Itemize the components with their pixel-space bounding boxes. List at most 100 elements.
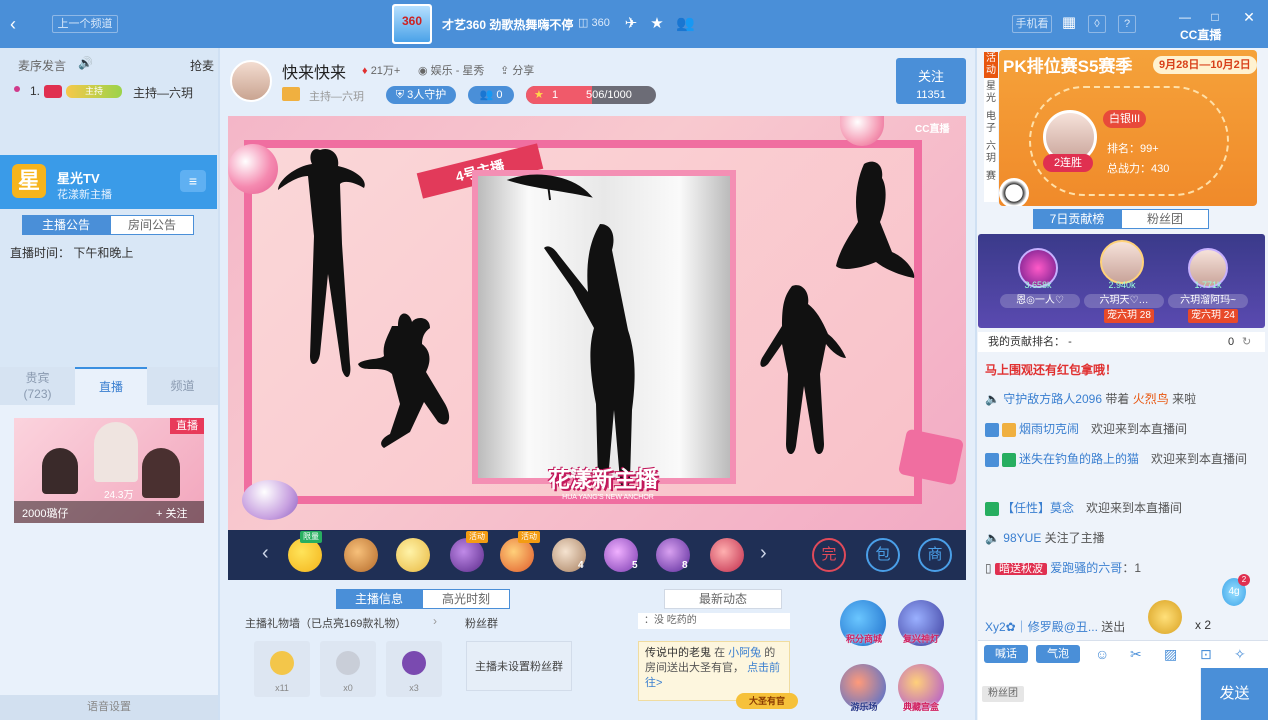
tab-highlights[interactable]: 高光时刻 [422,589,510,609]
gift-wall-arrow-icon[interactable]: › [433,614,437,628]
gift-3[interactable] [396,538,430,572]
refresh-icon[interactable]: ↻ [1242,332,1251,352]
tab-anchor-info[interactable]: 主播信息 [336,589,422,609]
silhouette-4 [836,161,915,278]
tab-7day-rank[interactable]: 7日贡献榜 [1033,209,1121,229]
tab-fan-club[interactable]: 粉丝团 [1121,209,1209,229]
pk-power: 总战力：430 [1107,163,1170,175]
anchor-avatar[interactable] [230,60,272,102]
rank-2-avatar[interactable] [1100,240,1144,284]
news-card[interactable]: 传说中的老鬼 在 小阿兔 的房间送出大圣有官， 点击前往> [638,641,790,701]
channel-sub: 花漾新主播 [57,189,112,201]
star-logo-icon: 星 [12,164,46,198]
speaking-dot [14,86,20,92]
gift-duck[interactable] [288,538,322,572]
level-progress: ★ 1 506/1000 [526,86,656,104]
settings-icon[interactable]: ✧ [1234,646,1246,663]
guard-button[interactable]: ⛨ 3人守护 [386,86,456,104]
mic-item-num: 1. [30,84,41,98]
gift-bar: ‹ 限量 活动 活动 4 5 8 › 完 包 商 [228,530,966,580]
silhouette-1 [278,148,365,378]
bubble-button[interactable]: 气泡 [1036,645,1080,663]
gift-9[interactable] [710,538,744,572]
live-card[interactable]: 直播 2000璐仔 24.3万 + 关注 [14,418,204,523]
side-tab-4[interactable]: 六玥 [984,138,998,168]
shout-button[interactable]: 喊话 [984,645,1028,663]
close-icon[interactable]: ✕ [1240,8,1258,26]
tab-news[interactable]: 最新动态 [664,589,782,609]
silhouette-2 [358,313,450,448]
mobile-watch-button[interactable]: 手机看 [1012,15,1052,33]
lamp-label: 复兴神灯 [902,634,939,644]
level-value: 1 [552,89,559,101]
follow-label: 关注 [917,69,944,84]
channel-title: 才艺360 劲歌热舞嗨不停 [442,18,574,32]
scissors-icon[interactable]: ✂ [1130,646,1142,663]
tab-anchor-notice[interactable]: 主播公告 [22,215,110,235]
follow-button[interactable]: 关注 11351 [896,58,966,104]
card-follow[interactable]: + 关注 [156,505,187,521]
stage-banner: 花漾新主播 [547,467,658,492]
prev-channel-button[interactable]: 上一个频道 [52,15,118,33]
gift-package-icon[interactable]: 完 [812,538,846,572]
lock-icon[interactable]: ⊡ [1200,646,1212,663]
menu-icon[interactable]: ≡ [180,170,206,192]
side-tab-activity[interactable]: 活动 [984,52,998,78]
gift-next-icon[interactable]: › [760,542,767,565]
side-tab-5[interactable]: 赛 [984,168,998,198]
emoji-icon[interactable]: ☺ [1095,646,1109,662]
star-icon[interactable]: ★ [648,15,666,33]
tab-channel[interactable]: 频道 [147,367,218,405]
grab-mic-button[interactable]: 抢麦 [190,57,214,74]
maximize-icon[interactable]: □ [1206,8,1224,26]
chat-line-3: 烟雨切克闹 欢迎来到本直播间 [985,420,1255,438]
send-button[interactable]: 发送 [1201,668,1268,720]
tab-vip[interactable]: 贵宾 (723) [0,367,75,405]
bell-icon[interactable]: ◊ [1088,15,1106,33]
grid-icon[interactable]: ▦ [1060,14,1078,32]
gift-bag-icon[interactable]: 包 [866,538,900,572]
card-views: 24.3万 [104,490,134,501]
plane-icon[interactable]: ✈ [622,15,640,33]
umbrella [506,174,593,201]
anchor-level-icon [282,87,300,101]
float-badge: 2 [1238,574,1250,586]
gift-badge-limited: 限量 [300,531,322,543]
video-stage[interactable]: CC直播 4号主播 花漾新主播 HUA YANG'S NEW ANCHOR [228,116,966,530]
tab-live[interactable]: 直播 [75,367,147,405]
mic-mode-icon[interactable]: 🔊 [78,56,93,70]
gift-2[interactable] [344,538,378,572]
rank-3-score: 1.771k [1194,280,1222,290]
back-icon[interactable]: ‹ [10,14,16,34]
gift-wall-item-2[interactable]: x0 [320,641,376,697]
help-icon[interactable]: ? [1118,15,1136,33]
share-button[interactable]: ⇪ 分享 [500,62,534,78]
live-badge: 直播 [170,418,204,434]
pk-streak: 2连胜 [1043,154,1093,172]
chat-line-2: 🔈 守护敌方路人2096 带着 火烈鸟 来啦 [985,392,1197,406]
cc-logo: CC直播 [1180,28,1222,42]
image-icon[interactable]: ▨ [1164,646,1177,663]
gift-wall-item-3[interactable]: x3 [386,641,442,697]
category[interactable]: ◉ 娱乐 - 星秀 [418,62,484,78]
gift-shop-icon[interactable]: 商 [918,538,952,572]
rank-3-badge: 宠六玥 24 [1188,309,1238,323]
pk-banner[interactable]: PK排位赛S5赛季 9月28日—10月2日 白银III 排名：99+ 总战力：4… [999,50,1257,206]
channel-name: 星光TV [57,171,100,186]
gift-wall-item-1[interactable]: x11 [254,641,310,697]
fans-button[interactable]: 👥 0 [468,86,514,104]
mic-level-icon [44,85,62,98]
gift-5[interactable] [500,538,534,572]
mic-item-name[interactable]: 主持—六玥 [133,84,193,101]
gift-prev-icon[interactable]: ‹ [262,542,269,565]
side-tab-3[interactable]: 电子 [984,108,998,138]
side-tab-2[interactable]: 星光 [984,78,998,108]
vip-icon [985,452,999,467]
pk-title: PK排位赛S5赛季 [1003,57,1133,76]
voice-settings-button[interactable]: 语音设置 [0,695,218,720]
fan-group-button[interactable]: 粉丝团 [982,686,1024,702]
gift-4[interactable] [450,538,484,572]
users-icon[interactable]: 👥 [676,15,695,33]
minimize-icon[interactable]: — [1176,8,1194,26]
tab-room-notice[interactable]: 房间公告 [110,215,194,235]
